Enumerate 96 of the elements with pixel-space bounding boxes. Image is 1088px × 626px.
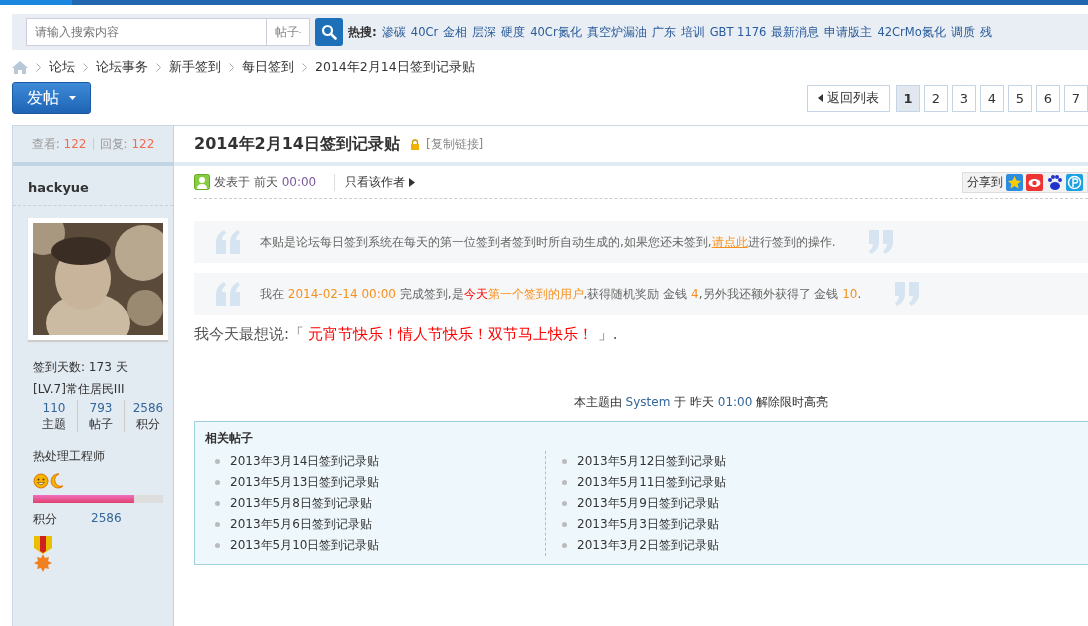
- bullet-icon: [215, 480, 220, 485]
- post-time: 发表于 前天 00:00: [214, 173, 317, 191]
- points-label: 积分: [33, 511, 57, 528]
- open-quote-icon: [214, 282, 242, 306]
- related-post-link[interactable]: 2013年5月3日签到记录贴: [577, 516, 719, 533]
- hot-search-link[interactable]: 广东: [651, 24, 676, 40]
- replies-count: 回复: 122: [99, 135, 155, 153]
- hot-search-link[interactable]: 残: [979, 24, 992, 40]
- breadcrumb-link[interactable]: 论坛: [49, 58, 75, 76]
- bullet-icon: [562, 543, 567, 548]
- moderation-note: 本主题由 System 于 昨天 01:00 解除限时高亮: [572, 394, 830, 411]
- message-text: 我今天最想说:「 元宵节快乐！情人节快乐！双节马上快乐！ 」.: [194, 325, 619, 344]
- page-button[interactable]: 6: [1036, 84, 1060, 112]
- bullet-icon: [215, 501, 220, 506]
- stat-label: 主题: [42, 417, 66, 431]
- hot-search-link[interactable]: 申请版主: [824, 24, 873, 40]
- related-post-link[interactable]: 2013年3月2日签到记录贴: [577, 537, 719, 554]
- chevron-icon: [302, 62, 307, 72]
- hot-search-link[interactable]: 40Cr: [410, 25, 439, 39]
- stat-value[interactable]: 110: [31, 400, 77, 416]
- breadcrumb-link[interactable]: 新手签到: [169, 58, 221, 76]
- related-post-link[interactable]: 2013年5月9日签到记录贴: [577, 495, 719, 512]
- search-field[interactable]: 请输入搜索内容: [26, 18, 266, 46]
- quote-text: 我在 2014-02-14 00:00 完成签到,是今天第一个签到的用户,获得随机奖励 金钱 4,另外我还额外获得了 金钱 10.: [260, 285, 862, 303]
- page-button[interactable]: 3: [952, 84, 976, 112]
- breadcrumb-link[interactable]: 2014年2月14日签到记录贴: [315, 58, 475, 76]
- hot-search-link[interactable]: 调质: [950, 24, 975, 40]
- hot-search-link[interactable]: 真空炉漏油: [586, 24, 647, 40]
- lock-icon: [409, 138, 420, 150]
- author-name[interactable]: hackyue: [28, 180, 89, 195]
- page-button[interactable]: 1: [896, 84, 920, 112]
- user-title: 热处理工程师: [32, 448, 106, 465]
- chevron-icon: [83, 62, 88, 72]
- hot-search-link[interactable]: 42CrMo氮化: [877, 24, 946, 40]
- page-button[interactable]: 5: [1008, 84, 1032, 112]
- related-post-link[interactable]: 2013年5月11日签到记录贴: [577, 474, 727, 491]
- hot-search-link[interactable]: GBT 1176: [709, 25, 767, 39]
- search-button[interactable]: [315, 18, 343, 46]
- hot-search-link[interactable]: 40Cr氮化: [530, 24, 582, 40]
- stat-value[interactable]: 2586: [125, 400, 171, 416]
- medal-icon[interactable]: [33, 536, 53, 572]
- hot-search-link[interactable]: 培训: [680, 24, 705, 40]
- chevron-icon: [156, 62, 161, 72]
- bullet-icon: [562, 522, 567, 527]
- close-quote-icon: [893, 282, 922, 306]
- chevron-icon: [36, 62, 41, 72]
- hot-search-link[interactable]: 金相: [443, 24, 468, 40]
- sun-icon: [33, 473, 49, 489]
- related-post-link[interactable]: 2013年5月12日签到记录贴: [577, 453, 727, 470]
- bullet-icon: [215, 459, 220, 464]
- user-icon: [194, 174, 210, 190]
- star-icon[interactable]: [1006, 173, 1023, 191]
- open-quote-icon: [214, 230, 242, 254]
- play-icon: [409, 177, 416, 187]
- new-post-button[interactable]: 发帖: [12, 82, 91, 114]
- moon-icon: [50, 473, 64, 489]
- related-posts-title: 相关帖子: [205, 430, 254, 447]
- share-label: 分享到: [967, 173, 1003, 191]
- bullet-icon: [562, 459, 567, 464]
- hot-search-link[interactable]: 最新消息: [771, 24, 820, 40]
- related-post-link[interactable]: 2013年3月14日签到记录贴: [230, 453, 380, 470]
- page-button[interactable]: 2: [924, 84, 948, 112]
- stat-value[interactable]: 793: [78, 400, 124, 416]
- user-level: [LV.7]常住居民III: [33, 381, 126, 398]
- copy-link[interactable]: [复制链接]: [425, 135, 484, 153]
- hot-search-link[interactable]: 硬度: [501, 24, 526, 40]
- scope-dropdown[interactable]: 帖子: [266, 18, 310, 46]
- hot-search-link[interactable]: 层深: [472, 24, 497, 40]
- related-post-link[interactable]: 2013年5月10日签到记录贴: [230, 537, 380, 554]
- search-icon: [321, 24, 337, 40]
- back-to-list-button[interactable]: 返回列表: [807, 84, 890, 112]
- related-post-link[interactable]: 2013年5月13日签到记录贴: [230, 474, 380, 491]
- related-post-link[interactable]: 2013年5月8日签到记录贴: [230, 495, 372, 512]
- breadcrumb-link[interactable]: 每日签到: [242, 58, 294, 76]
- chevron-icon: [229, 62, 234, 72]
- quote-text: 本贴是论坛每日签到系统在每天的第一位签到者签到时所自动生成的,如果您还未签到,请点此进行签到的操作.: [260, 233, 836, 251]
- bullet-icon: [215, 543, 220, 548]
- bullet-icon: [215, 522, 220, 527]
- close-quote-icon: [867, 230, 896, 254]
- eye-icon[interactable]: [1026, 173, 1043, 191]
- author-only-link[interactable]: 只看该作者: [334, 173, 406, 191]
- checkin-days: 签到天数: 173 天: [33, 356, 173, 378]
- page-button[interactable]: 7: [1064, 84, 1088, 112]
- breadcrumb-link[interactable]: 论坛事务: [96, 58, 148, 76]
- points-value: 2586: [91, 511, 122, 527]
- stat-label: 帖子: [89, 417, 113, 431]
- views-count: 查看: 122: [31, 135, 87, 153]
- hot-search-label: 热搜:: [348, 23, 377, 41]
- page-button[interactable]: 4: [980, 84, 1004, 112]
- stat-label: 积分: [136, 417, 160, 431]
- bullet-icon: [562, 501, 567, 506]
- paw-icon[interactable]: [1046, 173, 1063, 191]
- related-post-link[interactable]: 2013年5月6日签到记录贴: [230, 516, 372, 533]
- bullet-icon: [562, 480, 567, 485]
- hot-search-link[interactable]: 渗碳: [381, 24, 406, 40]
- thread-title: 2014年2月14日签到记录贴: [194, 133, 400, 155]
